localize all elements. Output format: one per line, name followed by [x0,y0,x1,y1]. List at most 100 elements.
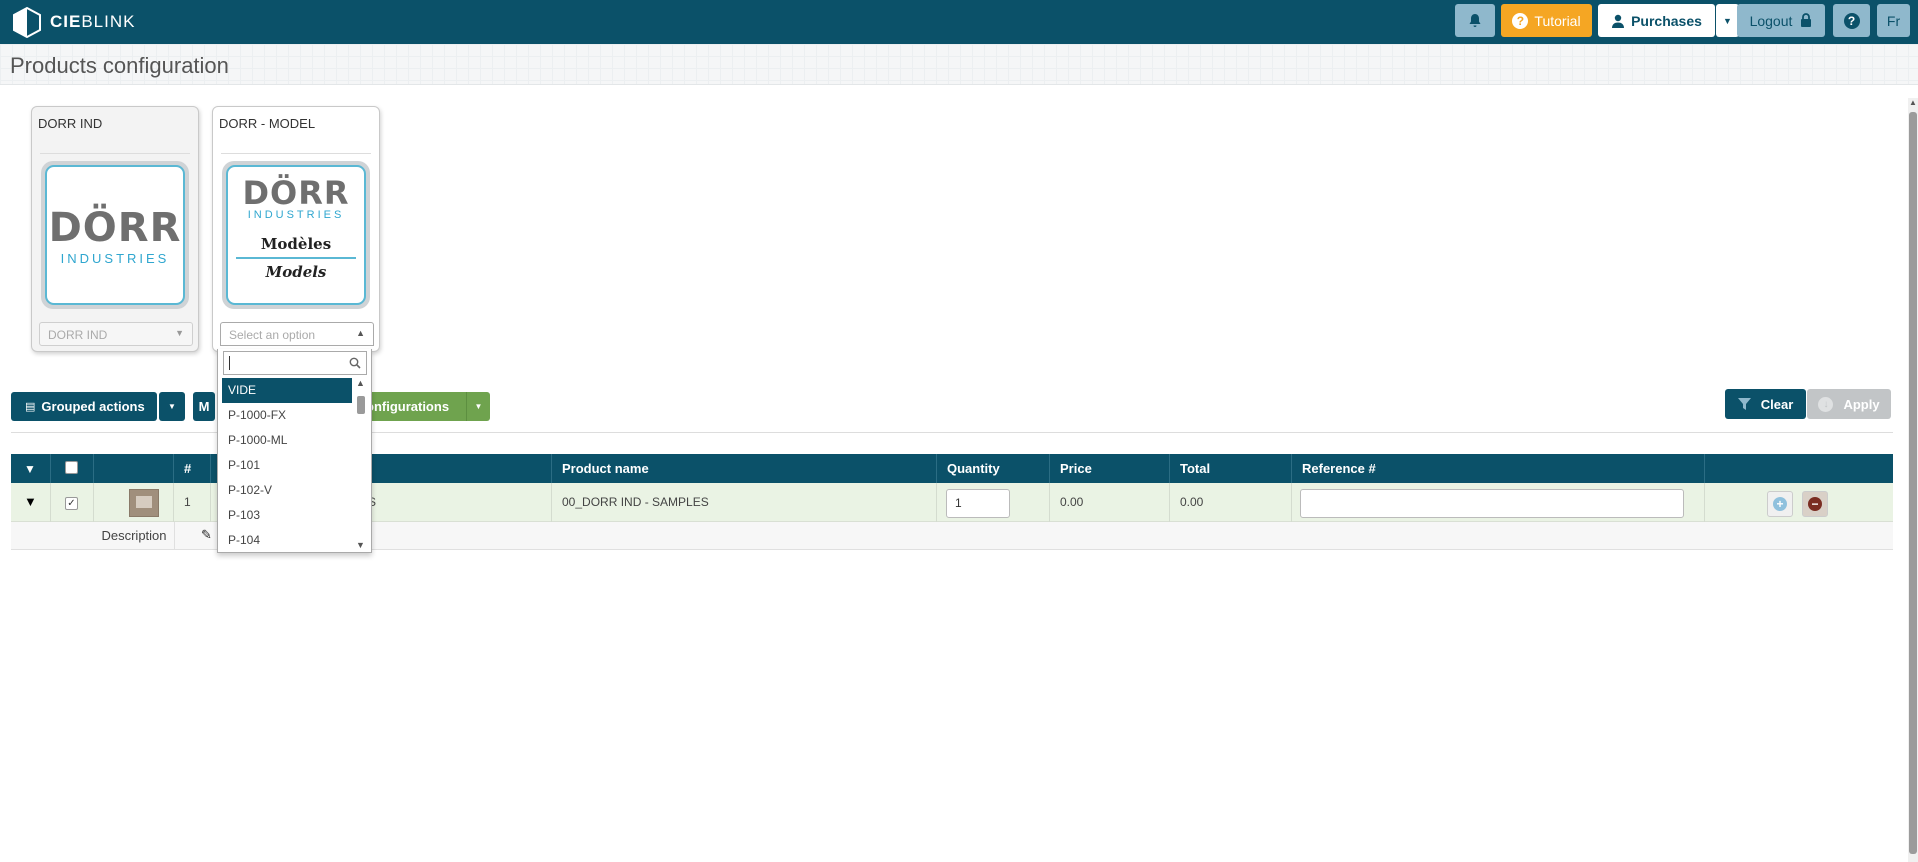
dropdown-option[interactable]: P-101 [222,453,352,478]
expand-all-icon: ▼ [24,462,36,476]
purchases-button[interactable]: Purchases [1598,4,1715,37]
configurations-label: onfigurations [366,399,450,414]
quantity-input[interactable]: 1 [946,489,1010,518]
add-row-button[interactable]: + [1767,491,1793,517]
caret-up-icon: ▲ [356,328,365,338]
logo-brand-text: DÖRR [48,204,182,251]
category-card-dorr-model: DORR - MODEL DÖRR INDUSTRIES Modèles Mod… [212,106,380,352]
card-select-dorr-model[interactable]: Select an option ▲ [220,322,374,346]
list-icon: ▤ [25,401,36,413]
bell-icon [1469,13,1481,27]
dropdown-option[interactable]: P-1000-ML [222,428,352,453]
purchases-dropdown-toggle[interactable]: ▼ [1716,4,1739,37]
row-price: 0.00 [1050,483,1170,522]
page-scrollbar-thumb[interactable] [1909,112,1917,854]
grouped-actions-dropdown-toggle[interactable]: ▼ [159,392,185,421]
app-logo[interactable]: CIEBLINK [12,5,135,39]
secondary-action-button[interactable]: M [193,392,215,421]
reference-input[interactable] [1300,489,1684,518]
logout-button[interactable]: Logout [1737,4,1825,37]
dropdown-option[interactable]: P-102-V [222,478,352,503]
row-actions-cell [1705,483,1893,522]
top-navigation-bar: CIEBLINK ? Tutorial Purchases ▼ Logout ?… [0,0,1918,44]
dropdown-option[interactable]: P-1000-FX [222,403,352,428]
row-checkbox[interactable]: ✓ [65,497,78,510]
question-circle-icon: ? [1512,12,1529,29]
page-title: Products configuration [10,53,229,78]
dropdown-scrollbar[interactable]: ▲ ▼ [355,378,367,550]
notifications-button[interactable] [1455,4,1495,37]
text-cursor [229,356,230,370]
card-image[interactable]: DÖRR INDUSTRIES [41,161,189,309]
row-total: 0.00 [1170,483,1292,522]
dropdown-option[interactable]: P-103 [222,503,352,528]
row-expand-toggle[interactable]: ▼ [11,483,51,522]
edit-description-pencil-icon[interactable]: ✎ [201,527,212,543]
dropdown-options: VIDE P-1000-FX P-1000-ML P-101 P-102-V P… [222,378,352,553]
column-actions [1705,454,1893,483]
card-select-dorr-ind[interactable]: DORR IND ▼ [39,322,193,346]
caret-down-icon: ▼ [474,402,483,411]
card-divider [221,153,371,154]
scrollbar-thumb[interactable] [357,396,365,414]
lock-icon [1801,13,1812,27]
column-quantity[interactable]: Quantity [937,454,1050,483]
user-icon [1612,14,1625,28]
scroll-down-icon[interactable]: ▼ [356,540,365,550]
column-number[interactable]: # [174,454,211,483]
language-toggle-button[interactable]: Fr [1877,4,1910,37]
tutorial-button[interactable]: ? Tutorial [1501,4,1592,37]
logout-label: Logout [1749,12,1793,29]
card-image[interactable]: DÖRR INDUSTRIES Modèles Models [222,161,370,309]
logo-cube-icon [13,6,41,38]
collapse-arrow-icon: ▼ [24,494,37,509]
column-total[interactable]: Total [1170,454,1292,483]
logo-sub-text: INDUSTRIES [60,250,170,266]
plus-circle-icon: + [1773,497,1787,511]
logo-brand-text: DÖRR [242,174,350,212]
scroll-up-icon[interactable]: ▲ [356,378,365,388]
apply-button[interactable]: ↓ Apply [1807,389,1891,419]
logo-line-2: Models [265,263,327,281]
configurations-dropdown-toggle[interactable]: ▼ [466,392,490,421]
select-value: DORR IND [48,328,108,342]
select-all-checkbox[interactable] [65,461,78,474]
scroll-up-icon[interactable]: ▲ [1909,98,1917,107]
column-image [94,454,174,483]
dorr-models-logo: DÖRR INDUSTRIES Modèles Models [226,165,366,305]
configurations-button[interactable]: onfigurations [358,392,470,421]
help-button[interactable]: ? [1833,4,1870,37]
clear-label: Clear [1760,396,1794,412]
column-price[interactable]: Price [1050,454,1170,483]
product-thumbnail[interactable] [129,489,159,517]
card-title: DORR IND [38,116,103,131]
card-divider [40,153,190,154]
select-all-cell [51,454,94,483]
caret-down-icon: ▼ [1723,15,1732,26]
dropdown-option[interactable]: P-104 [222,528,352,553]
filter-icon [1737,397,1751,410]
grouped-actions-button[interactable]: ▤ Grouped actions [11,392,157,421]
language-label: Fr [1886,12,1901,29]
secondary-action-label: M [198,399,210,414]
download-circle-icon: ↓ [1818,396,1834,412]
card-title: DORR - MODEL [219,116,316,131]
column-product-name[interactable]: Product name [552,454,937,483]
model-select-dropdown: VIDE P-1000-FX P-1000-ML P-101 P-102-V P… [217,349,372,553]
expand-all-toggle[interactable]: ▼ [11,454,51,483]
logo-text: CIEBLINK [50,12,136,31]
clear-filter-button[interactable]: Clear [1725,389,1806,419]
dropdown-option[interactable]: VIDE [222,378,352,403]
remove-row-button[interactable]: − [1802,491,1828,517]
category-card-dorr-ind: DORR IND DÖRR INDUSTRIES DORR IND ▼ [31,106,199,352]
description-divider [174,522,175,550]
apply-label: Apply [1843,396,1880,412]
dropdown-search-input[interactable] [223,351,367,375]
tutorial-label: Tutorial [1534,12,1581,29]
column-reference[interactable]: Reference # [1292,454,1705,483]
caret-down-icon: ▼ [168,402,176,411]
description-label: Description [101,528,167,543]
logo-line-1: Modèles [260,235,332,253]
logo-rule [236,257,356,259]
page-scrollbar[interactable]: ▲ [1908,98,1918,862]
